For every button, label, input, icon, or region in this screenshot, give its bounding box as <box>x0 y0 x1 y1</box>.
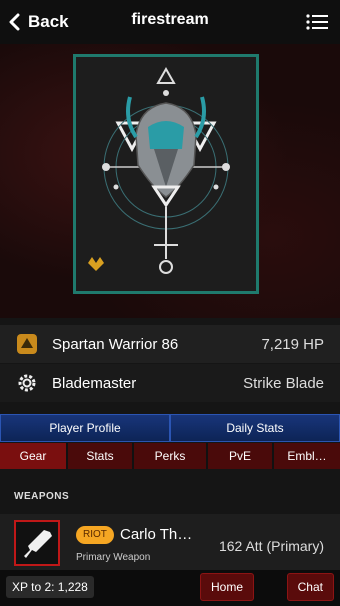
weapons-section-label: WEAPONS <box>14 491 70 502</box>
chevron-left-icon <box>9 13 20 31</box>
super-name: Strike Blade <box>243 374 324 392</box>
footer-bar: XP to 2: 1,228 Home Chat <box>0 570 340 606</box>
tab-player-profile[interactable]: Player Profile <box>0 414 170 442</box>
emblem-hero <box>0 44 340 318</box>
guardian-name: Spartan Warrior 86 <box>52 335 179 353</box>
tab-stats[interactable]: Stats <box>68 443 132 469</box>
back-button[interactable]: Back <box>8 10 69 34</box>
weapon-name: Carlo Th… <box>120 526 193 543</box>
weapon-attack-stat: 162 Att (Primary) <box>218 538 324 554</box>
class-emblem-icon <box>17 334 37 354</box>
tab-daily-stats[interactable]: Daily Stats <box>170 414 340 442</box>
weapon-row[interactable]: RIOT Carlo Th… Primary Weapon 162 Att (P… <box>0 514 340 570</box>
chat-button[interactable]: Chat <box>286 573 334 601</box>
back-label: Back <box>28 12 69 31</box>
weapon-thumbnail <box>14 520 60 566</box>
list-menu-icon[interactable] <box>306 13 328 31</box>
guardian-name-row[interactable]: Spartan Warrior 86 7,219 HP <box>0 325 340 363</box>
primary-tabs: Player Profile Daily Stats <box>0 414 340 442</box>
weapon-badge: RIOT <box>76 526 114 544</box>
guardian-hp: 7,219 HP <box>261 335 324 353</box>
home-button[interactable]: Home <box>200 573 255 601</box>
spartan-helmet-emblem-icon <box>76 57 256 291</box>
subclass-row[interactable]: Blademaster Strike Blade <box>0 364 340 402</box>
app-header: Back firestream <box>0 0 340 44</box>
rifle-icon <box>24 530 52 558</box>
xp-progress-label: XP to 2: 1,228 <box>6 576 94 598</box>
tab-emblems[interactable]: Embl… <box>274 443 340 469</box>
tab-perks[interactable]: Perks <box>134 443 206 469</box>
weapon-type: Primary Weapon <box>76 552 151 563</box>
subclass-name: Blademaster <box>52 374 137 392</box>
emblem-card[interactable] <box>73 54 259 294</box>
tab-gear[interactable]: Gear <box>0 443 66 469</box>
secondary-tabs: Gear Stats Perks PvE Embl… <box>0 443 340 469</box>
tab-pve[interactable]: PvE <box>208 443 272 469</box>
gear-cog-icon <box>18 374 36 392</box>
page-title: firestream <box>131 11 209 28</box>
